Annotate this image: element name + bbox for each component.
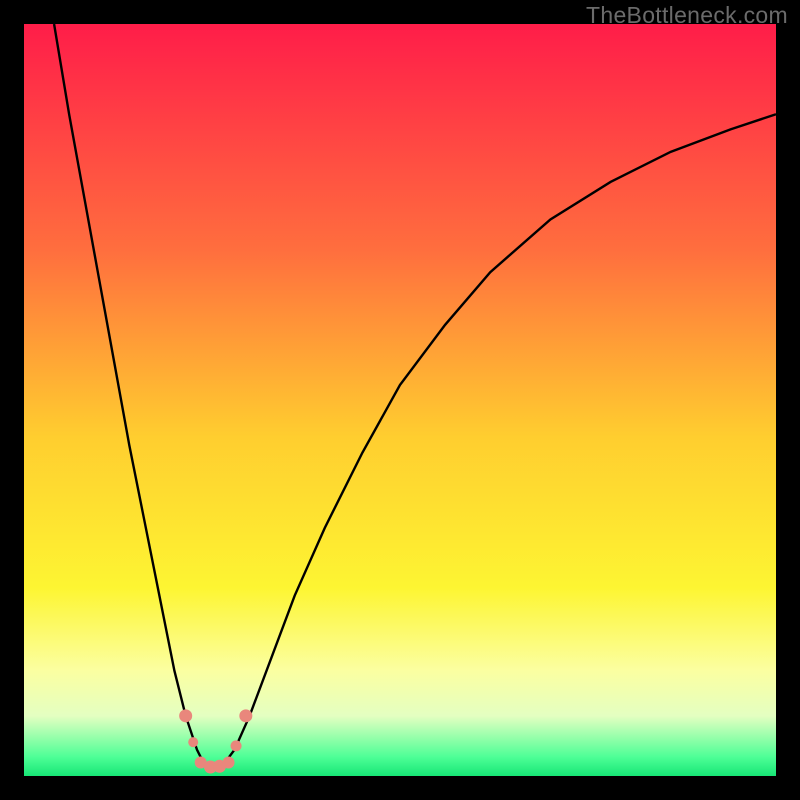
bottleneck-chart <box>24 24 776 776</box>
curve-marker <box>188 737 198 747</box>
curve-marker <box>179 709 192 722</box>
plot-area <box>24 24 776 776</box>
curve-marker <box>231 740 242 751</box>
chart-frame: TheBottleneck.com <box>0 0 800 800</box>
curve-marker <box>239 709 252 722</box>
gradient-background <box>24 24 776 776</box>
curve-marker <box>223 756 235 768</box>
